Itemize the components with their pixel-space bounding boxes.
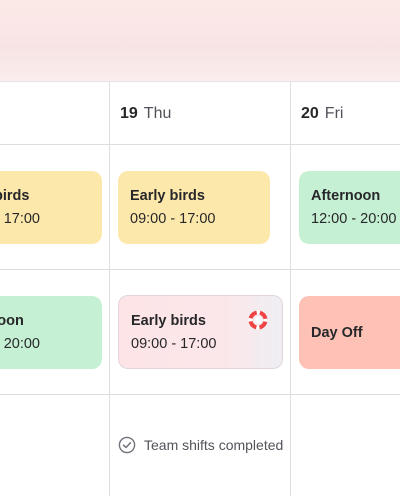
shift-title: Afternoon	[0, 313, 24, 329]
day-number: 20	[301, 104, 319, 122]
shift-time: 09:00 - 17:00	[130, 211, 216, 227]
lifebuoy-icon[interactable]	[248, 310, 268, 330]
completed-label: Team shifts completed	[144, 437, 284, 453]
day-number: 19	[120, 104, 138, 122]
schedule-view: 19 Thu 20 Fri Early birds 09:00 - 17:00 …	[0, 0, 400, 496]
shift-title: Afternoon	[311, 188, 381, 204]
row-divider	[0, 269, 400, 270]
shift-card[interactable]: Afternoon 12:00 - 20:00	[299, 171, 400, 244]
shift-title: Early birds	[0, 188, 30, 204]
day-header-fri: 20 Fri	[301, 82, 343, 145]
top-banner	[0, 0, 400, 82]
shift-card-alert[interactable]: Early birds 09:00 - 17:00	[118, 295, 283, 369]
shift-card[interactable]: Afternoon 12:00 - 20:00	[0, 296, 102, 369]
shift-time: 12:00 - 20:00	[311, 211, 397, 227]
team-shifts-completed: Team shifts completed	[118, 436, 283, 454]
day-name: Fri	[324, 104, 344, 122]
shift-card[interactable]: Early birds 09:00 - 17:00	[0, 171, 102, 244]
row-divider	[0, 394, 400, 395]
day-name: Thu	[143, 104, 172, 122]
shift-card[interactable]: Early birds 09:00 - 17:00	[118, 171, 270, 244]
day-header-thu: 19 Thu	[120, 82, 171, 145]
shift-title: Day Off	[311, 324, 363, 341]
shift-time: 12:00 - 20:00	[0, 336, 40, 352]
shift-card-dayoff[interactable]: Day Off	[299, 296, 400, 369]
check-circle-icon	[118, 436, 136, 454]
shift-title: Early birds	[130, 188, 205, 204]
shift-time: 09:00 - 17:00	[131, 336, 217, 352]
shift-time: 09:00 - 17:00	[0, 211, 40, 227]
